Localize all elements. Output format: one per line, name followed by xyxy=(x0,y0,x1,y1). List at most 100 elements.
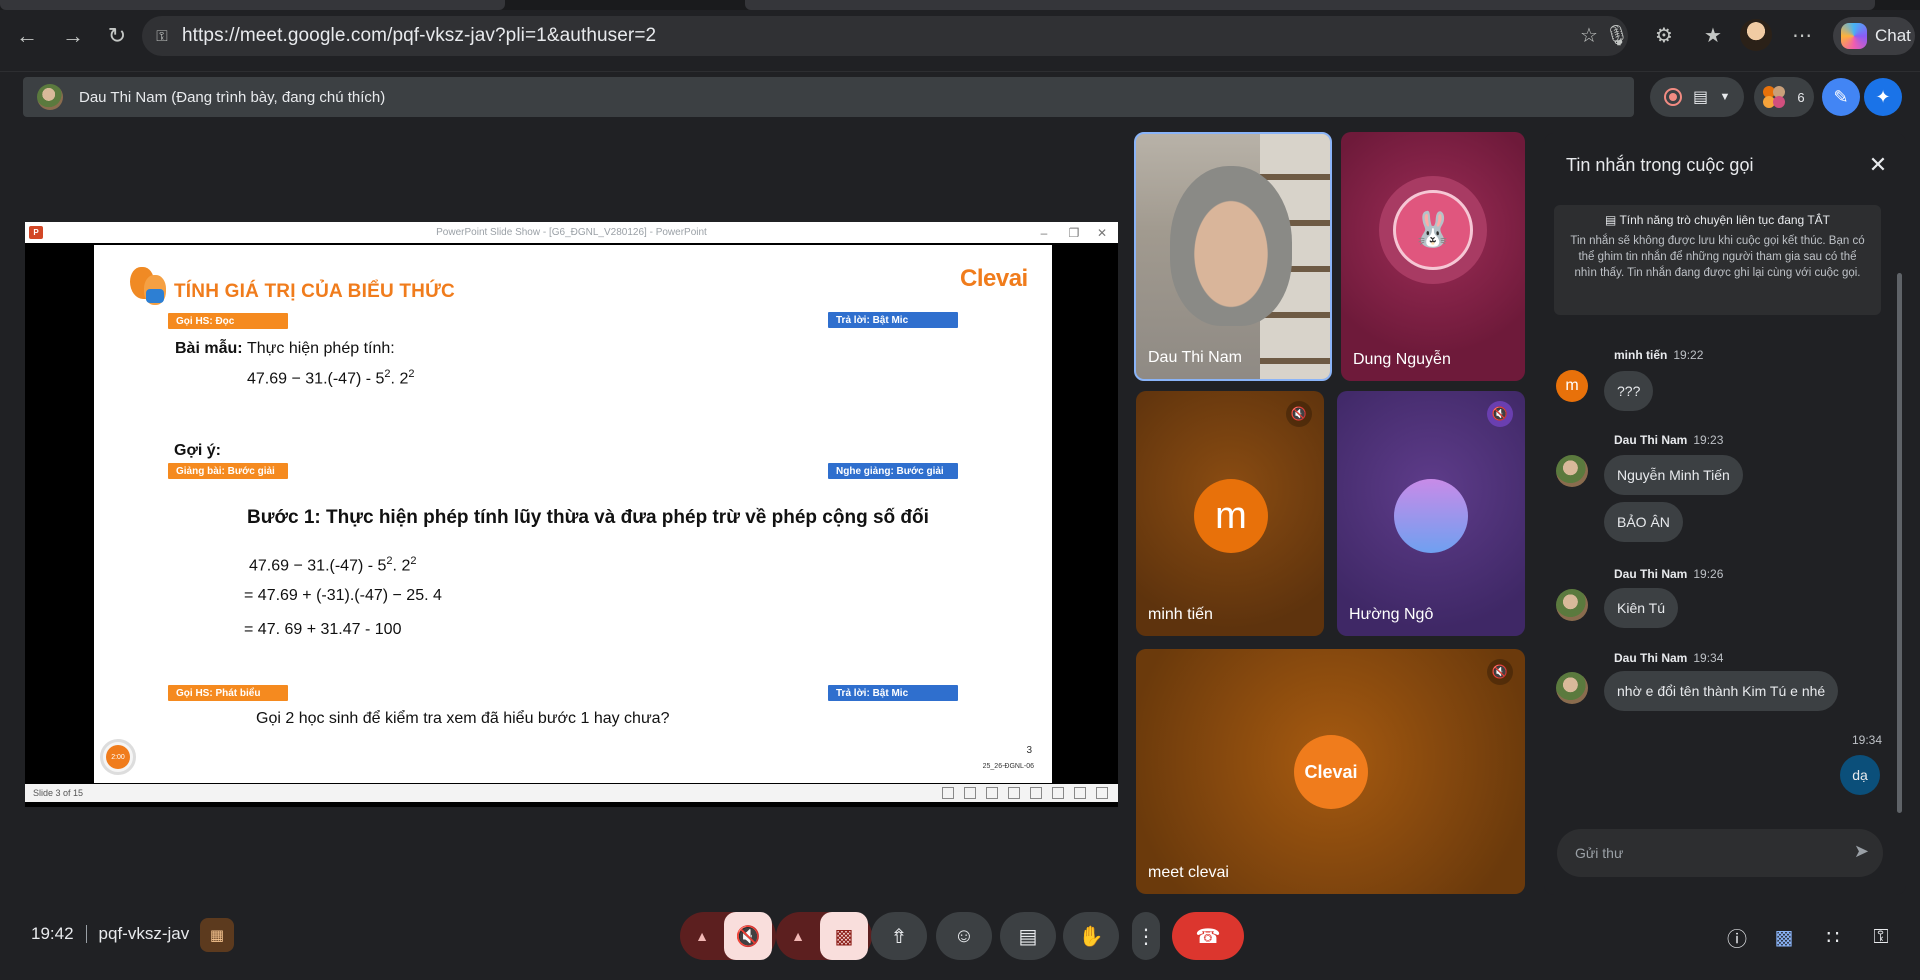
restore-icon: ❐ xyxy=(1068,225,1080,240)
chevron-up-icon[interactable]: ▲ xyxy=(680,928,724,944)
participant-tile[interactable]: Dau Thi Nam xyxy=(1134,132,1332,381)
presenter-banner: Dau Thi Nam (Đang trình bày, đang chú th… xyxy=(23,77,1634,117)
tag-listen-steps: Nghe giảng: Bước giải xyxy=(828,463,958,479)
browser-tab[interactable] xyxy=(0,0,505,10)
forward-icon[interactable]: → xyxy=(56,19,90,53)
end-call-icon[interactable]: ☎ xyxy=(1172,912,1244,960)
chat-message: nhờ e đổi tên thành Kim Tú e nhé xyxy=(1604,671,1839,711)
avatar xyxy=(1394,479,1468,553)
copilot-label: Chat xyxy=(1875,26,1911,45)
hint-label: Gợi ý: xyxy=(174,442,221,459)
door-icon[interactable]: ▦ xyxy=(200,918,234,952)
chat-scrollbar[interactable] xyxy=(1897,273,1902,813)
step-line-3: = 47. 69 + 31.47 - 100 xyxy=(244,621,402,638)
participant-tile[interactable]: 🔇 Hường Ngô xyxy=(1337,391,1525,636)
slide-title: TÍNH GIÁ TRỊ CỦA BIỂU THỨC xyxy=(174,281,455,302)
participant-tile[interactable]: 🔇 Clevai meet clevai xyxy=(1136,649,1525,894)
mic-off-icon: 🔇 xyxy=(1487,659,1513,685)
profile-avatar[interactable] xyxy=(1740,19,1772,51)
message-sender: Dau Thi Nam 19:26 xyxy=(1614,567,1724,581)
mic-toggle[interactable]: ▲ 🔇 xyxy=(680,912,776,960)
apps-icon[interactable]: ∷ xyxy=(1816,920,1850,954)
lock-icon[interactable]: ⚿ xyxy=(142,28,182,45)
recording-controls[interactable]: ▤ ▼ xyxy=(1650,77,1744,117)
reload-icon[interactable]: ↻ xyxy=(100,19,134,53)
participant-name: Hường Ngô xyxy=(1349,606,1434,623)
ppt-status-bar: Slide 3 of 15 xyxy=(25,784,1118,802)
avatar xyxy=(1556,455,1588,487)
copilot-icon xyxy=(1841,23,1867,49)
camera-off-icon[interactable]: ▩ xyxy=(820,912,868,960)
hand-icon[interactable]: ✋ xyxy=(1063,912,1119,960)
extensions-icon[interactable]: ⚙ xyxy=(1646,17,1682,53)
avatar xyxy=(37,84,63,110)
mic-off-icon: 🔇 xyxy=(1286,401,1312,427)
copilot-chat-button[interactable]: Chat xyxy=(1833,17,1915,55)
tag-answer-mic-2: Trả lời: Bật Mic xyxy=(828,685,958,701)
shared-presentation: P PowerPoint Slide Show - [G6_ĐGNL_V2801… xyxy=(25,222,1118,807)
mic-icon[interactable]: 🎙 xyxy=(1604,23,1630,48)
tab-strip xyxy=(0,0,1920,10)
sparkle-icon[interactable]: ✦ xyxy=(1864,78,1902,116)
sample-expression: 47.69 − 31.(-47) - 52. 22 xyxy=(247,368,415,388)
tag-call-speak: Gọi HS: Phát biểu xyxy=(168,685,288,701)
people-icon xyxy=(1763,86,1791,108)
step-line-2: = 47.69 + (-31).(-47) − 25. 4 xyxy=(244,587,442,604)
message-sender: Dau Thi Nam 19:23 xyxy=(1614,433,1724,447)
clevai-logo: Clevai xyxy=(960,265,1028,292)
participant-tile[interactable]: 🔇 m minh tiến xyxy=(1136,391,1324,636)
mic-off-icon[interactable]: 🔇 xyxy=(724,912,772,960)
message-sender: Dau Thi Nam 19:34 xyxy=(1614,651,1724,665)
back-icon[interactable]: ← xyxy=(10,19,44,53)
more-icon[interactable]: ⋯ xyxy=(1784,17,1820,53)
question-text: Gọi 2 học sinh để kiểm tra xem đã hiểu b… xyxy=(256,710,670,727)
powerpoint-icon: P xyxy=(29,226,43,239)
notice-body: Tin nhắn sẽ không được lưu khi cuộc gọi … xyxy=(1570,235,1865,279)
bunny-avatar-icon: 🐰 xyxy=(1393,190,1473,270)
chat-message: BẢO ÂN xyxy=(1604,502,1683,542)
view-controls xyxy=(942,787,1108,799)
emoji-icon[interactable]: ☺ xyxy=(936,912,992,960)
address-bar[interactable]: ⚿ https://meet.google.com/pqf-vksz-jav?p… xyxy=(142,16,1628,56)
captions-icon[interactable]: ▤ xyxy=(1000,912,1056,960)
chat-message: Nguyễn Minh Tiến xyxy=(1604,455,1743,495)
chevron-down-icon: ▼ xyxy=(1719,91,1731,103)
meeting-info: 19:42 pqf-vksz-jav xyxy=(31,924,189,944)
chat-message: Kiên Tú xyxy=(1604,588,1678,628)
people-button[interactable]: 6 xyxy=(1754,77,1814,117)
avatar: m xyxy=(1556,370,1588,402)
participant-name: Dung Nguyễn xyxy=(1353,351,1451,368)
chat-panel: Tin nhắn trong cuộc gọi ✕ ▤ Tính năng tr… xyxy=(1544,133,1906,895)
ppt-title-bar: P PowerPoint Slide Show - [G6_ĐGNL_V2801… xyxy=(25,222,1118,243)
chat-title: Tin nhắn trong cuộc gọi xyxy=(1566,155,1754,175)
camera-toggle[interactable]: ▲ ▩ xyxy=(776,912,872,960)
info-icon[interactable]: ⓘ xyxy=(1720,920,1754,954)
squirrel-mascot xyxy=(130,265,170,307)
slide-page-number: 3 xyxy=(1026,745,1032,756)
present-icon[interactable]: ⇮ xyxy=(871,912,927,960)
self-message-time: 19:34 xyxy=(1851,733,1882,747)
close-icon[interactable]: ✕ xyxy=(1864,151,1892,179)
notice-title: ▤ Tính năng trò chuyện liên tục đang TẮT xyxy=(1604,213,1831,227)
chat-input-placeholder: Gửi thư xyxy=(1575,845,1624,861)
chat-icon[interactable]: ▩ xyxy=(1767,920,1801,954)
chat-input[interactable]: Gửi thư ➤ xyxy=(1557,829,1883,877)
presenter-label: Dau Thi Nam (Đang trình bày, đang chú th… xyxy=(79,88,386,106)
star-icon[interactable]: ☆ xyxy=(1576,23,1602,48)
host-controls-icon[interactable]: ⚿ xyxy=(1864,920,1898,954)
browser-toolbar: ← → ↻ ⚿ https://meet.google.com/pqf-vksz… xyxy=(0,0,1920,72)
favorites-icon[interactable]: ★ xyxy=(1695,17,1731,53)
chevron-up-icon[interactable]: ▲ xyxy=(776,928,820,944)
url-text[interactable]: https://meet.google.com/pqf-vksz-jav?pli… xyxy=(182,25,656,47)
mic-off-icon: 🔇 xyxy=(1487,401,1513,427)
more-options-icon[interactable]: ⋮ xyxy=(1132,912,1160,960)
browser-tab[interactable] xyxy=(745,0,1875,10)
meeting-code: pqf-vksz-jav xyxy=(98,924,190,943)
sample-label: Bài mẫu: xyxy=(175,340,243,357)
send-icon[interactable]: ➤ xyxy=(1854,841,1869,862)
timer-icon: 2:00 xyxy=(100,739,136,775)
step-line-1: 47.69 − 31.(-47) - 52. 22 xyxy=(249,555,417,575)
sample-text: Thực hiện phép tính: xyxy=(247,340,395,357)
participant-tile[interactable]: 🐰 Dung Nguyễn xyxy=(1341,132,1525,381)
pen-icon[interactable]: ✎ xyxy=(1822,78,1860,116)
